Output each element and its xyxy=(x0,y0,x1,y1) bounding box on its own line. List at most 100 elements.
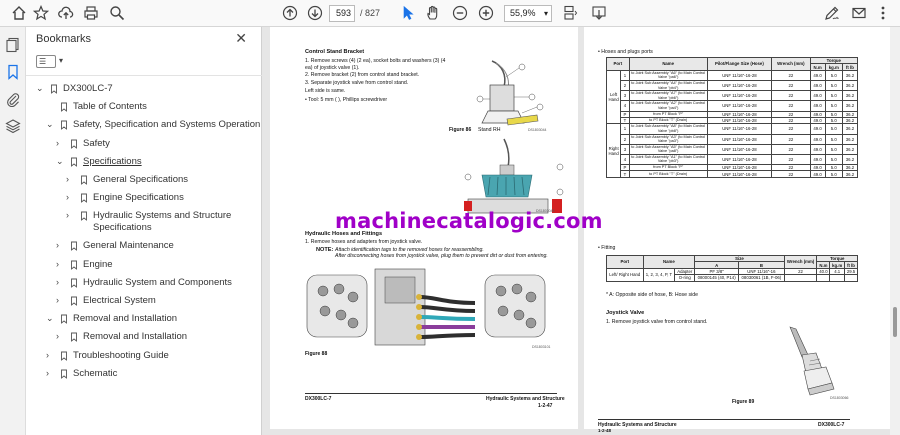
chevron-right-icon[interactable]: › xyxy=(66,210,76,220)
table-cell: 5.0 xyxy=(824,133,843,145)
bookmark-icon xyxy=(79,175,89,185)
bookmark-item[interactable]: › Hydraulic System and Components xyxy=(56,277,232,289)
chevron-right-icon[interactable]: › xyxy=(46,350,56,360)
bookmark-item[interactable]: › Removal and Installation xyxy=(56,331,187,343)
table-cell: 22 xyxy=(771,69,811,81)
page-total: / 827 xyxy=(360,8,381,18)
chevron-down-icon: ▾ xyxy=(543,9,548,18)
chevron-right-icon[interactable]: › xyxy=(56,259,66,269)
table-cell: to Joint Sub Assembly "A6" (to Main Cont… xyxy=(628,69,708,81)
bookmark-item[interactable]: › Engine xyxy=(56,259,113,271)
step-text: ea) of joystick valve (1). xyxy=(305,64,360,71)
bookmark-item[interactable]: ⌄ Specifications xyxy=(56,156,142,168)
zoom-level-value: 55,9% xyxy=(510,8,536,18)
next-page-icon[interactable] xyxy=(306,4,324,22)
vertical-scrollbar[interactable] xyxy=(890,27,900,435)
table-cell: 1 xyxy=(620,123,630,135)
figure-code: DS1803066 xyxy=(830,396,849,400)
previous-page-icon[interactable] xyxy=(281,4,299,22)
hoses-table-body: Left Hand 1 to Joint Sub Assembly "A6" (to… xyxy=(605,69,859,178)
table-cell: 22 xyxy=(771,170,811,178)
bookmark-item[interactable]: › General Specifications xyxy=(66,174,188,186)
zoom-out-icon[interactable] xyxy=(451,4,469,22)
bookmark-item[interactable]: ⌄ Removal and Installation xyxy=(46,313,177,325)
bookmark-label: Engine Specifications xyxy=(93,192,184,204)
bookmark-item[interactable]: ⌄ Safety, Specification and Systems Opera… xyxy=(46,119,260,131)
table-cell: UNF 11/16"-16-28 xyxy=(706,153,773,166)
chevron-down-icon[interactable]: ⌄ xyxy=(56,156,66,167)
chevron-down-icon[interactable]: ⌄ xyxy=(36,83,46,94)
bookmark-icon xyxy=(69,332,79,343)
attachments-icon[interactable] xyxy=(5,91,21,108)
chevron-down-icon[interactable]: ▾ xyxy=(59,56,63,65)
bookmark-item[interactable]: › Engine Specifications xyxy=(66,192,184,204)
star-icon[interactable] xyxy=(32,4,50,22)
heading-control-stand-bracket: Control Stand Bracket xyxy=(305,49,365,55)
select-cursor-icon[interactable] xyxy=(399,4,417,22)
search-icon[interactable] xyxy=(108,4,126,22)
chevron-right-icon[interactable]: › xyxy=(56,295,66,305)
chevron-right-icon[interactable]: › xyxy=(46,368,56,378)
bookmark-item[interactable]: › General Maintenance xyxy=(56,240,174,252)
table-cell: 49.0 xyxy=(809,123,826,135)
bookmark-item[interactable]: Table of Contents xyxy=(46,101,147,113)
cloud-upload-icon[interactable] xyxy=(57,4,75,22)
bookmark-item[interactable]: ⌄ DX300LC-7 xyxy=(36,83,113,95)
email-icon[interactable] xyxy=(850,4,868,22)
table-cell: 2 xyxy=(620,79,630,92)
table-cell: UNF 11/16"-16-28 xyxy=(706,133,773,145)
step-text: Left side is same. xyxy=(305,88,346,94)
zoom-in-icon[interactable] xyxy=(477,4,495,22)
scrolling-mode-icon[interactable] xyxy=(590,4,608,22)
table-cell: 36.2 xyxy=(841,143,859,155)
chevron-right-icon[interactable]: › xyxy=(56,240,66,250)
table-cell xyxy=(829,274,846,282)
th-name: Name xyxy=(642,255,696,269)
chevron-down-icon[interactable]: ⌄ xyxy=(46,313,56,324)
table-cell: 08030061 (1B, F-06) xyxy=(738,274,785,282)
bookmark-item[interactable]: › Electrical System xyxy=(56,295,156,307)
table-cell: UNF 11/16"-16-28 xyxy=(706,100,773,112)
scrollbar-thumb[interactable] xyxy=(893,307,897,337)
table-row: Left Hand 1 to Joint Sub Assembly "A6" (to… xyxy=(605,69,859,125)
bookmarks-panel-icon[interactable] xyxy=(5,64,21,80)
table-cell: 1 xyxy=(620,69,630,81)
home-icon[interactable] xyxy=(10,4,28,22)
hand-tool-icon[interactable] xyxy=(424,4,442,22)
chevron-right-icon[interactable]: › xyxy=(66,174,76,184)
chevron-down-icon[interactable]: ⌄ xyxy=(46,119,56,130)
close-icon[interactable]: ✕ xyxy=(235,30,247,47)
page-number-input[interactable]: 593 xyxy=(329,5,355,22)
table-cell: 22 xyxy=(771,133,811,145)
chevron-right-icon[interactable]: › xyxy=(56,138,66,148)
table-cell: 22 xyxy=(771,123,811,135)
bookmark-label: Table of Contents xyxy=(73,101,147,113)
bookmark-options-button[interactable]: ☰ xyxy=(36,55,56,68)
table-cell: to Joint Sub Assembly "A5" (to Main Cont… xyxy=(628,143,708,155)
bookmark-item[interactable]: › Troubleshooting Guide xyxy=(46,350,169,362)
table-cell: 49.0 xyxy=(809,79,826,92)
chevron-right-icon[interactable]: › xyxy=(56,277,66,287)
table-cell: 5.0 xyxy=(824,123,843,135)
table-row: 4 to Joint Sub Assembly "A1" (to Main Con… xyxy=(607,153,859,166)
figure-86-caption: Figure 86 xyxy=(449,127,472,133)
bookmark-item[interactable]: › Safety xyxy=(56,138,110,150)
table-cell: 49.0 xyxy=(809,90,826,102)
sign-pen-icon[interactable] xyxy=(823,4,841,22)
chevron-right-icon[interactable]: › xyxy=(56,331,66,341)
zoom-level-select[interactable]: 55,9% ▾ xyxy=(504,5,552,22)
bookmark-item[interactable]: › Hydraulic Systems and Structure Specific… xyxy=(66,210,231,234)
figure-86-joystick-drawing xyxy=(476,60,544,126)
layers-icon[interactable] xyxy=(5,118,21,134)
page-layout-icon[interactable] xyxy=(561,4,579,22)
bookmark-item[interactable]: › Schematic xyxy=(46,368,117,380)
print-icon[interactable] xyxy=(82,4,100,22)
bookmark-label-line2: Specifications xyxy=(93,222,152,234)
chevron-right-icon[interactable]: › xyxy=(66,192,76,202)
more-options-icon[interactable] xyxy=(874,4,892,22)
bookmark-icon xyxy=(69,157,79,167)
table-cell: 22 xyxy=(771,79,811,92)
table-cell: 2 xyxy=(620,133,630,145)
page-thumbnails-icon[interactable] xyxy=(5,37,21,53)
bookmark-icon xyxy=(59,314,69,325)
